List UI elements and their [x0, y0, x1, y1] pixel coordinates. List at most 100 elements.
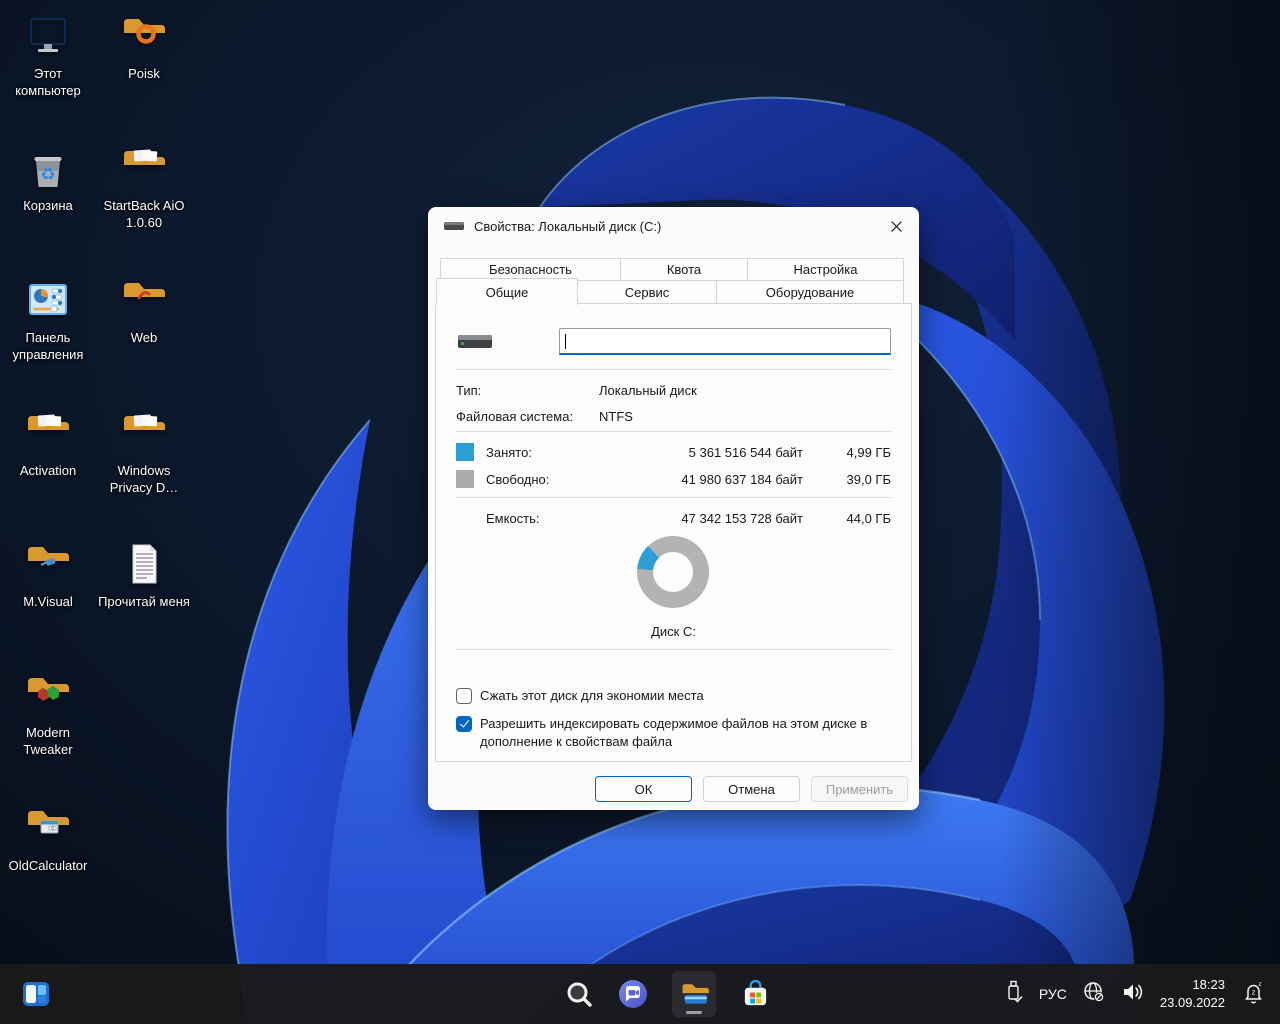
control-panel-icon: [24, 276, 72, 324]
chat-icon: [618, 979, 648, 1009]
store-button[interactable]: [740, 979, 770, 1009]
time: 18:23: [1160, 976, 1225, 994]
tab-customize[interactable]: Настройка: [747, 258, 904, 281]
desktop-icon-control-panel[interactable]: Панель управления: [1, 276, 95, 364]
disk-name-label: Диск C:: [456, 624, 891, 639]
desktop-icon-modern-tweaker[interactable]: Modern Tweaker: [1, 671, 95, 759]
apply-button[interactable]: Применить: [811, 776, 908, 802]
capacity-row: Емкость: 47 342 153 728 байт 44,0 ГБ: [456, 505, 891, 531]
start-button[interactable]: [510, 979, 540, 1009]
used-swatch: [456, 443, 474, 461]
dialog-title-bar[interactable]: Свойства: Локальный диск (C:): [428, 207, 919, 245]
folder-files-icon: [24, 409, 72, 457]
cancel-button[interactable]: Отмена: [703, 776, 800, 802]
tab-hardware[interactable]: Оборудование: [716, 280, 904, 304]
svg-text:8: 8: [51, 826, 54, 831]
file-explorer-icon: [679, 979, 709, 1009]
speaker-icon: [1121, 980, 1145, 1004]
desktop-icon-windows-privacy[interactable]: Windows Privacy D…: [97, 409, 191, 497]
folder-files-icon: [120, 409, 168, 457]
folder-files-icon: [120, 144, 168, 192]
separator: [456, 497, 891, 498]
desktop-icon-label: Activation: [20, 463, 76, 480]
search-icon: [565, 980, 593, 1008]
desktop-icon-label: M.Visual: [23, 594, 73, 611]
folder-search-icon: [120, 12, 168, 60]
free-space-row: Свободно: 41 980 637 184 байт 39,0 ГБ: [456, 466, 891, 492]
compress-checkbox[interactable]: [456, 688, 472, 704]
close-button[interactable]: [873, 207, 919, 245]
desktop-icon-label: Windows Privacy D…: [97, 463, 191, 497]
filesystem-row: Файловая система: NTFS: [456, 403, 891, 429]
desktop-icon-label: OldCalculator: [9, 858, 88, 875]
microsoft-store-icon: [741, 980, 770, 1009]
tab-quota[interactable]: Квота: [620, 258, 748, 281]
used-space-row: Занято: 5 361 516 544 байт 4,99 ГБ: [456, 439, 891, 465]
text-caret: [565, 334, 566, 349]
file-explorer-button[interactable]: [672, 971, 716, 1017]
desktop-icon-label: Корзина: [23, 198, 73, 215]
ok-button[interactable]: ОК: [595, 776, 692, 802]
separator: [456, 431, 891, 432]
desktop-icon-label: Poisk: [128, 66, 160, 83]
tab-tools[interactable]: Сервис: [577, 280, 717, 304]
close-icon: [890, 220, 903, 233]
globe-no-internet-icon: [1082, 980, 1106, 1004]
dialog-title: Свойства: Локальный диск (C:): [474, 219, 661, 234]
general-tab-page: Тип: Локальный диск Файловая система: NT…: [435, 303, 912, 762]
bell-dnd-icon: z z: [1240, 979, 1266, 1005]
desktop-icon-label: Web: [131, 330, 158, 347]
drive-icon-large: [456, 330, 494, 352]
index-checkbox[interactable]: [456, 716, 472, 732]
desktop: Этот компьютер Poisk ♻ Корзина StartBack…: [0, 0, 1280, 1024]
type-row: Тип: Локальный диск: [456, 377, 891, 403]
index-checkbox-row[interactable]: Разрешить индексировать содержимое файло…: [456, 715, 891, 750]
desktop-icon-readme[interactable]: Прочитай меня: [97, 540, 191, 611]
recycle-bin-icon: ♻: [24, 144, 72, 192]
text-document-icon: [120, 540, 168, 588]
search-button[interactable]: [564, 979, 594, 1009]
desktop-icon-label: Этот компьютер: [1, 66, 95, 100]
desktop-icon-web[interactable]: Web: [97, 276, 191, 347]
volume-tray-button[interactable]: [1121, 980, 1145, 1009]
running-app-indicator: [686, 1011, 702, 1014]
svg-text:♻: ♻: [40, 165, 55, 185]
desktop-icon-label: Modern Tweaker: [1, 725, 95, 759]
dialog-buttons: ОК Отмена Применить: [595, 776, 908, 802]
desktop-icon-poisk[interactable]: Poisk: [97, 12, 191, 83]
folder-tool-icon: [24, 540, 72, 588]
desktop-icon-this-pc[interactable]: Этот компьютер: [1, 12, 95, 100]
taskbar: РУС 18:23 23.0: [0, 964, 1280, 1024]
tab-general[interactable]: Общие: [436, 278, 578, 305]
clock[interactable]: 18:23 23.09.2022: [1160, 976, 1225, 1011]
desktop-icon-startback[interactable]: StartBack AiO 1.0.60: [97, 144, 191, 232]
volume-label-input[interactable]: [559, 328, 891, 355]
folder-gems-icon: [24, 671, 72, 719]
computer-icon: [24, 12, 72, 60]
desktop-icon-label: Панель управления: [1, 330, 95, 364]
desktop-icon-activation[interactable]: Activation: [1, 409, 95, 480]
usb-tray-button[interactable]: [1004, 979, 1024, 1010]
drive-icon: [443, 220, 465, 232]
compress-checkbox-row[interactable]: Сжать этот диск для экономии места: [456, 687, 891, 705]
svg-text:z: z: [1252, 988, 1256, 996]
desktop-icon-recycle-bin[interactable]: ♻ Корзина: [1, 144, 95, 215]
desktop-icon-mvisual[interactable]: M.Visual: [1, 540, 95, 611]
disk-usage-donut: [637, 536, 709, 608]
chat-button[interactable]: [618, 979, 648, 1009]
safely-remove-hardware-icon: [1004, 979, 1024, 1005]
language-indicator[interactable]: РУС: [1039, 986, 1067, 1002]
free-swatch: [456, 470, 474, 488]
network-tray-button[interactable]: [1082, 980, 1106, 1009]
desktop-icon-oldcalculator[interactable]: 8 OldCalculator: [1, 804, 95, 875]
notification-center-button[interactable]: z z: [1240, 979, 1266, 1010]
svg-text:z: z: [1258, 981, 1261, 988]
folder-calculator-icon: 8: [24, 804, 72, 852]
desktop-icon-label: StartBack AiO 1.0.60: [97, 198, 191, 232]
date: 23.09.2022: [1160, 994, 1225, 1012]
separator: [456, 369, 891, 370]
folder-web-icon: [120, 276, 168, 324]
windows-start-icon: [512, 981, 539, 1008]
desktop-icon-label: Прочитай меня: [98, 594, 190, 611]
properties-dialog: Свойства: Локальный диск (C:) Безопаснос…: [428, 207, 919, 810]
